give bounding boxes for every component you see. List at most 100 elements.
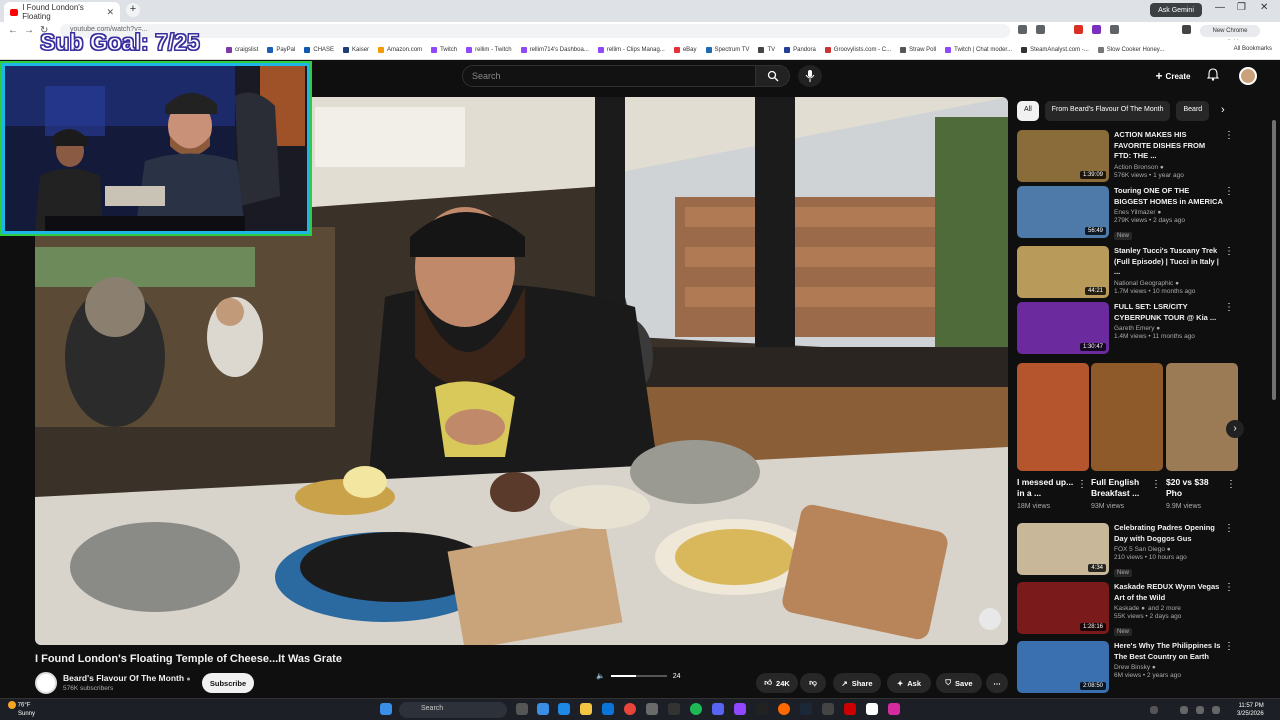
steam-icon[interactable] [800,703,812,715]
network-icon[interactable] [1180,706,1188,714]
firefox-icon[interactable] [778,703,790,715]
bookmark-item[interactable]: Straw Poll [900,46,936,53]
more-options-icon[interactable]: ⋮ [1224,302,1234,313]
more-options-icon[interactable]: ⋮ [1224,186,1234,197]
account-avatar[interactable] [1239,67,1257,85]
recommended-video[interactable]: 2:08:50 Here's Why The Philippines Is The… [1017,641,1234,693]
short-thumbnail[interactable] [1091,363,1163,471]
weather-widget[interactable]: 76°F Sunny [8,701,35,718]
chevron-right-icon[interactable]: › [1221,104,1225,116]
bookmark-item[interactable]: Spectrum TV [705,46,749,53]
video-title-link[interactable]: ACTION MAKES HIS FAVORITE DISHES FROM FT… [1114,130,1224,162]
taskbar-search[interactable]: Search [399,702,507,718]
bookmark-item[interactable]: SteamAnalyst.com -... [1021,46,1089,53]
short-title[interactable]: $20 vs $38 Pho [1166,477,1224,499]
dislike-button[interactable]: 👎︎ [800,673,826,693]
short-thumbnail[interactable] [1166,363,1238,471]
video-thumbnail[interactable]: 2:08:50 [1017,641,1109,693]
video-title-link[interactable]: Touring ONE OF THE BIGGEST HOMES in AMER… [1114,186,1224,207]
bookmark-item[interactable]: Kaiser [343,46,369,53]
bookmark-item[interactable]: eBay [673,46,697,53]
extensions-icon[interactable] [1110,25,1119,34]
battery-icon[interactable] [1212,706,1220,714]
close-window-icon[interactable]: ✕ [1260,2,1268,13]
store-icon[interactable] [602,703,614,715]
video-channel[interactable]: Action Bronson ● [1114,164,1224,171]
app-icon[interactable] [866,703,878,715]
bookmark-item[interactable]: Amazon.com [378,46,422,53]
video-thumbnail[interactable]: 1:39:09 [1017,130,1109,182]
minimize-icon[interactable]: — [1215,2,1225,13]
search-button[interactable] [756,65,790,87]
task-view-icon[interactable] [516,703,528,715]
video-channel[interactable]: Drew Binsky ● [1114,664,1224,671]
channel-name[interactable]: Beard's Flavour Of The Month ● [63,673,191,683]
video-thumbnail[interactable]: 56:49 [1017,186,1109,238]
video-title-link[interactable]: Here's Why The Philippines Is The Best C… [1114,641,1224,662]
video-title-link[interactable]: Stanley Tucci's Tuscany Trek (Full Episo… [1114,246,1224,278]
share-button[interactable]: ↗ Share [833,673,881,693]
bookmark-item[interactable]: Groovylists.com - C... [824,46,891,53]
bookmark-item[interactable]: TV [758,46,775,53]
short-thumbnail[interactable] [1017,363,1089,471]
filter-chip[interactable]: Beard [1176,101,1210,121]
bookmark-item[interactable]: rellim714's Dashboa... [520,46,589,53]
tray-chevron-icon[interactable] [1150,706,1158,714]
widgets-icon[interactable] [537,703,549,715]
new-tab-button[interactable]: + [126,3,140,17]
app-icon[interactable] [844,703,856,715]
short-title[interactable]: I messed up... in a ... [1017,477,1075,499]
speaker-icon[interactable]: 🔈 [596,672,605,680]
video-title-link[interactable]: Celebrating Padres Opening Day with Dogg… [1114,523,1224,544]
recommended-video[interactable]: 1:39:09 ACTION MAKES HIS FAVORITE DISHES … [1017,130,1234,182]
video-title-link[interactable]: FULL SET: LSR/CITY CYBERPUNK TOUR @ Kia … [1114,302,1224,323]
ask-button[interactable]: ✦ Ask [887,673,931,693]
video-channel[interactable]: Kaskade ● and 2 more [1114,605,1224,612]
notifications-bell-icon[interactable] [1206,68,1220,84]
page-scrollbar[interactable] [1272,60,1278,696]
bookmark-item[interactable]: PayPal [267,46,295,53]
recommended-video[interactable]: 1:28:16 Kaskade REDUX Wynn Vegas Art of t… [1017,582,1234,638]
address-bar[interactable]: youtube.com/watch?v=... [60,24,1010,38]
bookmark-item[interactable]: Twitch | Chat moder... [945,46,1012,53]
recommended-video[interactable]: 1:30:47 FULL SET: LSR/CITY CYBERPUNK TOUR… [1017,302,1234,354]
chrome-icon[interactable] [624,703,636,715]
save-button[interactable]: ⛉ Save [936,673,982,693]
recommended-video[interactable]: 44:21 Stanley Tucci's Tuscany Trek (Full … [1017,246,1234,298]
new-chrome-available-button[interactable]: New Chrome available [1200,25,1260,46]
channel-avatar[interactable] [35,672,57,694]
bookmark-item[interactable]: Twitch [431,46,457,53]
discord-icon[interactable] [712,703,724,715]
more-options-icon[interactable]: ⋮ [1224,582,1234,593]
app-icon[interactable] [646,703,658,715]
windows-start-icon[interactable] [380,703,392,715]
edge-icon[interactable] [558,703,570,715]
create-button[interactable]: + Create [1150,66,1196,86]
system-clock[interactable]: 11:57 PM 3/25/2026 [1237,702,1264,718]
filter-chip[interactable]: From Beard's Flavour Of The Month [1044,101,1171,121]
epic-games-icon[interactable] [756,703,768,715]
maximize-icon[interactable]: ❐ [1237,2,1246,13]
browser-tab[interactable]: I Found London's Floating ✕ [4,2,120,22]
zoom-icon[interactable] [1036,25,1045,34]
all-bookmarks[interactable]: All Bookmarks [1234,46,1272,52]
short-title[interactable]: Full English Breakfast ... [1091,477,1149,499]
video-channel[interactable]: FOX 5 San Diego ● [1114,546,1224,553]
ask-gemini-button[interactable]: Ask Gemini [1150,3,1202,17]
volume-slider[interactable] [610,675,667,677]
extension-icon[interactable] [1074,25,1083,34]
app-icon[interactable] [888,703,900,715]
video-channel[interactable]: Enes Yilmazer ● [1114,209,1224,216]
shorts-next-arrow-icon[interactable]: › [1226,420,1244,438]
like-button[interactable]: 👍︎ 24K [756,673,798,693]
extension-icon[interactable] [1092,25,1101,34]
recommended-video[interactable]: 4:34 Celebrating Padres Opening Day with … [1017,523,1234,579]
forward-icon[interactable]: → [24,25,34,36]
bookmark-item[interactable]: Slow Cooker Honey... [1097,46,1164,53]
video-channel[interactable]: National Geographic ● [1114,280,1224,287]
spotify-icon[interactable] [690,703,702,715]
video-thumbnail[interactable]: 4:34 [1017,523,1109,575]
more-options-icon[interactable]: ⋮ [1224,523,1234,534]
subscribe-button[interactable]: Subscribe [202,673,254,693]
bookmark-item[interactable]: rellim - Clips Manag... [597,46,665,53]
